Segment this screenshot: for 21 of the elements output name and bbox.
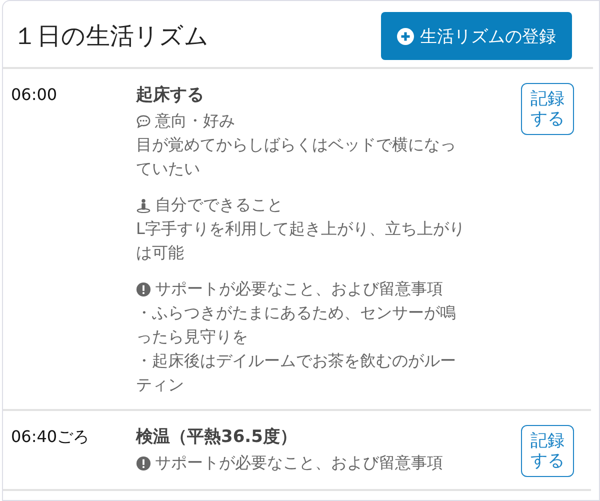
record-button[interactable]: 記録 する [521, 425, 574, 477]
plus-circle-icon [397, 28, 414, 44]
page-title: １日の生活リズム [13, 21, 209, 52]
exclamation-icon [136, 282, 151, 296]
entry-time: 06:00 [11, 84, 58, 106]
section-label: 自分でできること [155, 194, 283, 216]
section-text: L字手すりを利用して起き上がり、立ち上がりは可能 [136, 218, 466, 264]
add-rhythm-button[interactable]: 生活リズムの登録 [381, 12, 572, 60]
section-text: 目が覚めてからしばらくはベッドで横になっていたい [136, 134, 457, 180]
section-text: ・ふらつきがたまにあるため、センサーが鳴ったら見守りを [136, 302, 457, 348]
section-label: サポートが必要なこと、および留意事項 [155, 278, 443, 300]
section-label: サポートが必要なこと、および留意事項 [155, 452, 443, 474]
exclamation-icon [136, 456, 151, 470]
person-icon [136, 198, 151, 212]
record-button[interactable]: 記録 する [521, 83, 574, 135]
entry-title: 起床する [136, 84, 205, 107]
section-text: ・起床後はデイルームでお茶を飲むのがルーティン [136, 350, 457, 396]
speech-bubble-icon [136, 114, 151, 128]
section-label: 意向・好み [155, 110, 235, 132]
entry-title: 検温（平熱36.5度） [136, 426, 298, 449]
entry-time: 06:40ごろ [11, 426, 90, 448]
